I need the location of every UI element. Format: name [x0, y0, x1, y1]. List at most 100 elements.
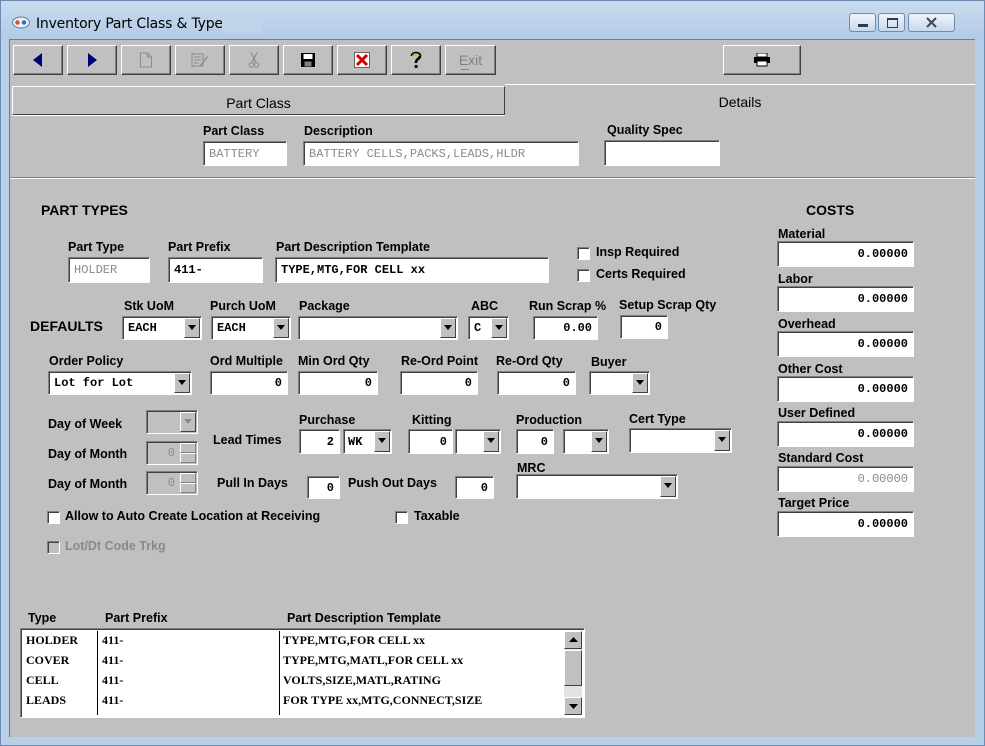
row-type: HOLDER — [26, 633, 79, 647]
tab-details[interactable]: Details — [505, 84, 975, 115]
chevron-down-icon[interactable] — [374, 431, 390, 452]
min-ord-qty-field[interactable]: 0 — [298, 371, 378, 395]
chevron-down-icon[interactable] — [632, 373, 648, 393]
purch-uom-select[interactable]: EACH — [211, 316, 291, 340]
spinner-arrows-icon[interactable] — [180, 443, 196, 463]
kitting-unit-select[interactable] — [455, 429, 501, 454]
maximize-button[interactable] — [878, 13, 905, 32]
chevron-down-icon[interactable] — [491, 318, 507, 338]
exit-button-label: Exit — [458, 52, 483, 68]
chevron-down-icon[interactable] — [174, 373, 190, 393]
new-record-button[interactable] — [121, 45, 171, 75]
tab-part-class[interactable]: Part Class — [12, 86, 505, 115]
purchase-lead-field[interactable]: 2 — [299, 429, 340, 454]
title-bar-blank — [222, 15, 262, 33]
auto-create-location-label: Allow to Auto Create Location at Receivi… — [65, 509, 321, 523]
purchase-label: Purchase — [299, 413, 356, 427]
template-label: Part Description Template — [276, 240, 430, 254]
exit-button[interactable]: Exit — [445, 45, 496, 75]
reord-point-field[interactable]: 0 — [400, 371, 478, 395]
chevron-down-icon[interactable] — [591, 431, 607, 452]
print-button[interactable] — [723, 45, 801, 75]
purchase-unit-select[interactable]: WK — [343, 429, 392, 454]
minimize-button[interactable] — [849, 13, 876, 32]
scroll-thumb[interactable] — [564, 650, 582, 686]
chevron-down-icon[interactable] — [483, 431, 499, 452]
app-logo-icon — [12, 16, 30, 29]
production-unit-select[interactable] — [563, 429, 609, 454]
standard-cost-field[interactable]: 0.00000 — [777, 466, 914, 492]
next-record-button[interactable] — [67, 45, 117, 75]
part-type-field[interactable]: HOLDER — [68, 257, 150, 283]
cut-button[interactable] — [229, 45, 279, 75]
day-of-week-select[interactable] — [146, 410, 198, 434]
overhead-cost-label: Overhead — [778, 317, 836, 331]
order-policy-select[interactable]: Lot for Lot — [48, 371, 192, 395]
order-policy-label: Order Policy — [49, 354, 124, 368]
mrc-select[interactable] — [516, 474, 678, 499]
other-cost-field[interactable]: 0.00000 — [777, 376, 914, 402]
save-button[interactable] — [283, 45, 333, 75]
lot-code-tracking-checkbox[interactable] — [47, 541, 60, 554]
chevron-down-icon[interactable] — [184, 318, 200, 338]
pull-in-days-label: Pull In Days — [217, 476, 288, 490]
close-button[interactable] — [908, 13, 955, 32]
quality-spec-field[interactable] — [604, 140, 720, 166]
tab-part-class-label: Part Class — [226, 95, 291, 111]
package-select[interactable] — [298, 316, 458, 340]
arrow-right-icon — [88, 53, 97, 67]
part-prefix-field[interactable]: 411- — [168, 257, 263, 283]
taxable-checkbox[interactable] — [395, 511, 408, 524]
pull-in-days-field[interactable]: 0 — [307, 476, 340, 499]
spinner-arrows-icon[interactable] — [180, 473, 196, 493]
previous-record-button[interactable] — [13, 45, 63, 75]
scroll-up-button[interactable] — [564, 631, 582, 649]
day-of-month-2-spinner[interactable]: 0 — [146, 471, 198, 495]
chevron-down-icon[interactable] — [440, 318, 456, 338]
user-defined-cost-field[interactable]: 0.00000 — [777, 421, 914, 447]
setup-scrap-field[interactable]: 0 — [620, 315, 668, 339]
push-out-days-field[interactable]: 0 — [455, 476, 494, 499]
stk-uom-select[interactable]: EACH — [122, 316, 202, 340]
help-button[interactable] — [391, 45, 441, 75]
insp-required-checkbox[interactable] — [577, 247, 590, 260]
ord-multiple-field[interactable]: 0 — [210, 371, 288, 395]
chevron-down-icon[interactable] — [714, 430, 730, 451]
window-title: Inventory Part Class & Type — [36, 16, 223, 32]
lot-code-tracking-label: Lot/Dt Code Trkg — [65, 539, 166, 553]
labor-cost-field[interactable]: 0.00000 — [777, 286, 914, 312]
run-scrap-field[interactable]: 0.00 — [533, 316, 598, 340]
abc-select[interactable]: C — [468, 316, 509, 340]
save-disk-icon — [301, 53, 315, 67]
description-field[interactable]: BATTERY CELLS,PACKS,LEADS,HLDR — [303, 141, 579, 166]
buyer-select[interactable] — [589, 371, 650, 395]
auto-create-location-checkbox[interactable] — [47, 511, 60, 524]
labor-cost-label: Labor — [778, 272, 813, 286]
reord-qty-field[interactable]: 0 — [497, 371, 576, 395]
chevron-down-icon[interactable] — [180, 412, 196, 432]
client-area: Exit Part Class Details Part Class BATTE… — [9, 39, 975, 737]
part-type-list[interactable]: HOLDER 411- TYPE,MTG,FOR CELL xx COVER 4… — [20, 628, 585, 718]
material-cost-field[interactable]: 0.00000 — [777, 241, 914, 267]
cert-type-select[interactable] — [629, 428, 732, 453]
day-of-month-spinner[interactable]: 0 — [146, 441, 198, 465]
target-price-field[interactable]: 0.00000 — [777, 511, 914, 537]
scroll-down-icon — [569, 704, 578, 709]
chevron-down-icon[interactable] — [273, 318, 289, 338]
part-class-field[interactable]: BATTERY — [203, 141, 287, 166]
grid-column-divider — [97, 631, 98, 715]
row-prefix: 411- — [102, 693, 124, 707]
overhead-cost-field[interactable]: 0.00000 — [777, 331, 914, 357]
list-scrollbar[interactable] — [564, 631, 582, 715]
delete-button[interactable] — [337, 45, 387, 75]
production-lead-field[interactable]: 0 — [516, 429, 554, 454]
kitting-lead-field[interactable]: 0 — [408, 429, 453, 454]
edit-record-button[interactable] — [175, 45, 225, 75]
section-separator — [10, 177, 975, 179]
certs-required-checkbox[interactable] — [577, 269, 590, 282]
template-field[interactable]: TYPE,MTG,FOR CELL xx — [275, 257, 549, 283]
part-type-label: Part Type — [68, 240, 125, 254]
app-window: Inventory Part Class & Type Exit Part Cl… — [0, 0, 985, 746]
scroll-down-button[interactable] — [564, 697, 582, 715]
chevron-down-icon[interactable] — [660, 476, 676, 497]
